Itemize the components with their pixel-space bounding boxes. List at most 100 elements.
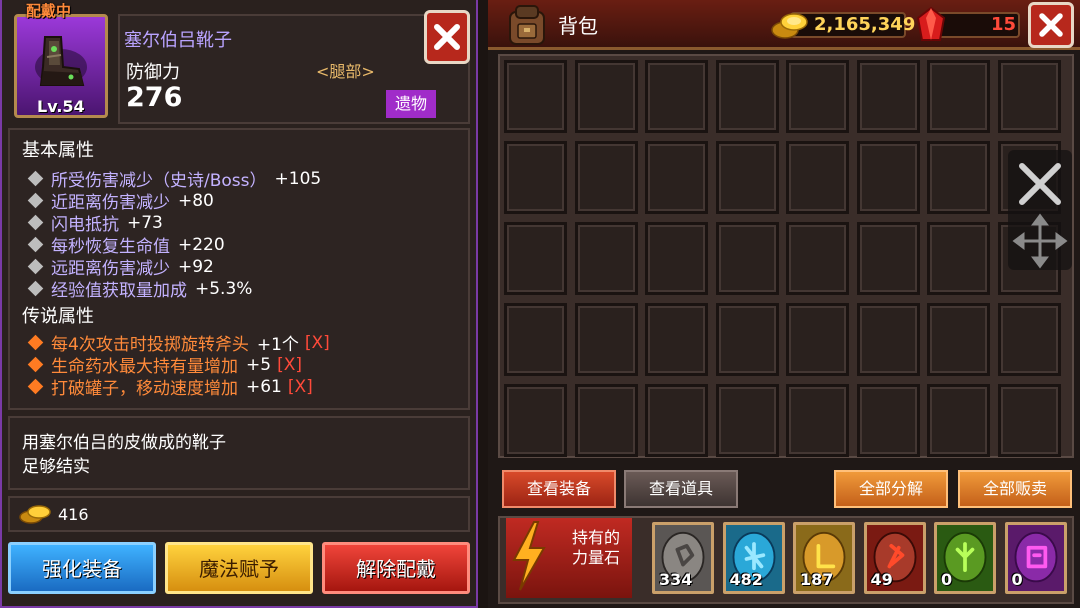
inventory-slot[interactable]: [856, 303, 920, 376]
inventory-title: 背包: [558, 14, 598, 38]
inventory-slot[interactable]: [645, 384, 708, 457]
basic-attr-row: 经验值获取量加成 +5.3%: [27, 276, 252, 301]
inventory-slot[interactable]: [504, 60, 567, 133]
bullet-icon: [27, 356, 44, 373]
inventory-slot[interactable]: [645, 141, 708, 214]
inventory-slot[interactable]: [504, 141, 567, 214]
coin-icon: [19, 505, 51, 524]
inventory-slot[interactable]: [997, 60, 1061, 133]
inventory-slot[interactable]: [927, 60, 990, 133]
power-stone-cyan[interactable]: 482: [722, 522, 785, 594]
floating-controls-art: [1012, 163, 1068, 269]
stone-count: 334: [659, 570, 693, 589]
inventory-slot[interactable]: [786, 222, 849, 295]
unequip-button[interactable]: 解除配戴: [322, 542, 470, 594]
view-items-tab[interactable]: 查看道具: [624, 470, 738, 508]
power-stone-gold[interactable]: 187: [793, 522, 855, 594]
item-name: 塞尔伯吕靴子: [124, 30, 232, 51]
stone-count: 49: [870, 570, 893, 589]
attr-value: +92: [178, 256, 214, 277]
inventory-slot[interactable]: [927, 141, 990, 214]
sell-all-button[interactable]: 全部贩卖: [958, 470, 1072, 508]
inventory-slot[interactable]: [574, 384, 638, 457]
attr-value: +73: [127, 212, 163, 233]
attr-mark: [X]: [287, 376, 313, 397]
upgrade-button[interactable]: 强化装备: [8, 542, 156, 594]
inventory-slot[interactable]: [504, 303, 567, 376]
legendary-attributes-title: 传说属性: [22, 306, 94, 327]
power-stone-red[interactable]: 49: [863, 522, 926, 594]
inventory-slot[interactable]: [856, 222, 920, 295]
inventory-slot[interactable]: [997, 384, 1061, 457]
inventory-slot[interactable]: [574, 60, 638, 133]
attr-mark: [X]: [304, 332, 330, 353]
power-stone-purple[interactable]: 0: [1004, 522, 1067, 594]
inventory-slot[interactable]: [645, 303, 708, 376]
inventory-slot[interactable]: [574, 222, 638, 295]
stone-count: 482: [729, 570, 763, 589]
view-equipment-tab[interactable]: 查看装备: [502, 470, 616, 508]
inventory-slot[interactable]: [715, 222, 779, 295]
coin-icon: [771, 13, 808, 39]
bullet-icon: [27, 258, 44, 275]
close-icon[interactable]: [1019, 163, 1061, 205]
legend-attr-row: 打破罐子，移动速度增加 +61 [X]: [27, 374, 313, 399]
inventory-slot[interactable]: [645, 60, 708, 133]
attr-value: +105: [274, 168, 322, 189]
inventory-slot[interactable]: [715, 303, 779, 376]
inventory-slot[interactable]: [786, 60, 849, 133]
power-stone-grey[interactable]: 334: [652, 522, 714, 594]
basic-attributes-title: 基本属性: [22, 140, 94, 161]
inventory-slot[interactable]: [645, 222, 708, 295]
inventory-slot[interactable]: [927, 222, 990, 295]
ruby-icon: [916, 6, 946, 41]
inventory-slot[interactable]: [927, 384, 990, 457]
inventory-grid-area: [498, 54, 1074, 458]
inventory-slot[interactable]: [927, 303, 990, 376]
move-icon[interactable]: [1012, 213, 1068, 269]
bullet-icon: [27, 214, 44, 231]
power-stone-green[interactable]: 0: [934, 522, 996, 594]
close-icon: [434, 24, 460, 50]
inventory-slot[interactable]: [786, 141, 849, 214]
inventory-slot[interactable]: [786, 384, 849, 457]
inventory-slot[interactable]: [504, 384, 567, 457]
sell-price: 416: [58, 505, 89, 524]
attr-value: +5: [246, 354, 272, 375]
gem-amount: 15: [990, 14, 1016, 35]
gold-amount: 2,165,349: [814, 14, 916, 35]
inventory-slot[interactable]: [504, 222, 567, 295]
close-item-button[interactable]: [424, 10, 470, 64]
bullet-icon: [27, 170, 44, 187]
close-inventory-button[interactable]: [1028, 2, 1074, 48]
attr-mark: [X]: [277, 354, 302, 375]
close-icon: [1039, 13, 1063, 37]
inventory-slot[interactable]: [715, 384, 779, 457]
inventory-slot[interactable]: [856, 60, 920, 133]
attr-value: +61: [246, 376, 282, 397]
item-level: Lv.54: [37, 97, 85, 116]
inventory-slot[interactable]: [786, 303, 849, 376]
inventory-slot[interactable]: [715, 60, 779, 133]
inventory-slot[interactable]: [856, 141, 920, 214]
inventory-slot[interactable]: [997, 303, 1061, 376]
backpack-icon: [509, 5, 545, 45]
enchant-button[interactable]: 魔法赋予: [165, 542, 313, 594]
stone-count: 0: [941, 570, 953, 589]
attr-text: 打破罐子，移动速度增加: [51, 379, 238, 399]
description-line: 足够结实: [22, 457, 90, 477]
stat-label: 防御力: [126, 62, 180, 83]
decompose-all-button[interactable]: 全部分解: [834, 470, 948, 508]
inventory-slot[interactable]: [574, 141, 638, 214]
description-line: 用塞尔伯吕的皮做成的靴子: [22, 433, 226, 453]
bullet-icon: [27, 334, 44, 351]
inventory-slot[interactable]: [715, 141, 779, 214]
stone-count: 187: [800, 570, 834, 589]
attr-value: +80: [178, 190, 214, 211]
power-stone-label: 持有的 力量石: [571, 528, 620, 567]
lightning-icon: [512, 521, 546, 591]
stone-count: 0: [1011, 570, 1023, 589]
inventory-slot[interactable]: [574, 303, 638, 376]
inventory-slot[interactable]: [856, 384, 920, 457]
item-icon-frame[interactable]: Lv.54: [14, 14, 108, 118]
